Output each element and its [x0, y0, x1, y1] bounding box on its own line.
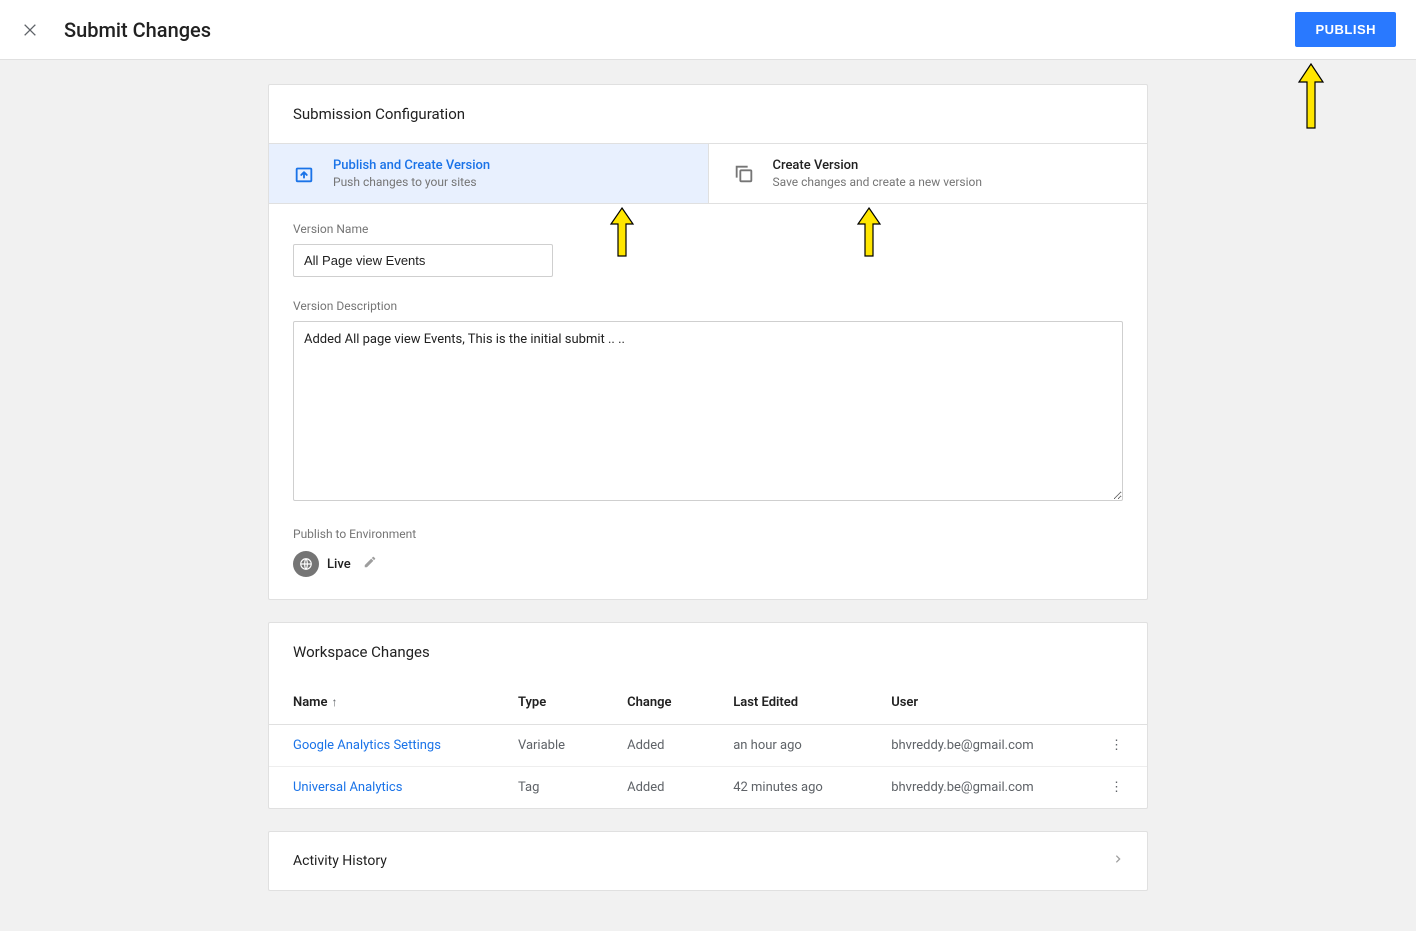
- close-icon: [22, 22, 38, 38]
- col-user[interactable]: User: [867, 681, 1086, 725]
- workspace-changes-title: Workspace Changes: [269, 623, 1147, 681]
- row-name-link[interactable]: Google Analytics Settings: [293, 738, 441, 753]
- close-button[interactable]: [20, 20, 40, 40]
- submission-config-card: Submission Configuration Publish and Cre…: [268, 84, 1148, 600]
- row-change: Added: [603, 725, 709, 767]
- publish-button[interactable]: PUBLISH: [1295, 12, 1396, 47]
- col-last-edited[interactable]: Last Edited: [709, 681, 867, 725]
- option-subtitle: Push changes to your sites: [333, 175, 490, 189]
- upload-icon: [293, 163, 315, 185]
- option-title: Publish and Create Version: [333, 158, 490, 173]
- env-chip: Live: [293, 551, 351, 577]
- version-desc-label: Version Description: [293, 299, 1123, 313]
- env-section: Publish to Environment Live: [269, 527, 1147, 599]
- row-last-edited: 42 minutes ago: [709, 767, 867, 809]
- chevron-right-icon: [1113, 852, 1123, 870]
- page-header: Submit Changes PUBLISH: [0, 0, 1416, 60]
- header-left: Submit Changes: [20, 18, 211, 42]
- version-desc-section: Version Description: [269, 299, 1147, 527]
- option-publish-and-create[interactable]: Publish and Create Version Push changes …: [269, 144, 709, 203]
- globe-icon: [293, 551, 319, 577]
- row-user: bhvreddy.be@gmail.com: [867, 767, 1086, 809]
- workspace-table: Name↑ Type Change Last Edited User Googl…: [269, 681, 1147, 808]
- main-content: Submission Configuration Publish and Cre…: [268, 84, 1148, 891]
- row-user: bhvreddy.be@gmail.com: [867, 725, 1086, 767]
- col-type[interactable]: Type: [494, 681, 603, 725]
- option-title: Create Version: [773, 158, 982, 173]
- version-name-label: Version Name: [293, 222, 1123, 236]
- option-subtitle: Save changes and create a new version: [773, 175, 982, 189]
- activity-history-title: Activity History: [293, 853, 387, 869]
- option-text: Publish and Create Version Push changes …: [333, 158, 490, 189]
- workspace-changes-card: Workspace Changes Name↑ Type Change Last…: [268, 622, 1148, 809]
- row-menu-button[interactable]: ⋮: [1086, 725, 1147, 767]
- version-desc-input[interactable]: [293, 321, 1123, 501]
- copy-icon: [733, 163, 755, 185]
- env-label: Publish to Environment: [293, 527, 1123, 541]
- more-vert-icon: ⋮: [1110, 738, 1123, 753]
- sort-asc-icon: ↑: [331, 695, 337, 709]
- table-row: Google Analytics Settings Variable Added…: [269, 725, 1147, 767]
- more-vert-icon: ⋮: [1110, 780, 1123, 795]
- env-row: Live: [293, 551, 1123, 577]
- version-name-section: Version Name: [269, 204, 1147, 299]
- edit-env-button[interactable]: [363, 555, 377, 573]
- row-last-edited: an hour ago: [709, 725, 867, 767]
- version-name-input[interactable]: [293, 244, 553, 277]
- row-type: Tag: [494, 767, 603, 809]
- col-name[interactable]: Name↑: [269, 681, 494, 725]
- page-title: Submit Changes: [64, 18, 211, 42]
- row-menu-button[interactable]: ⋮: [1086, 767, 1147, 809]
- pencil-icon: [363, 555, 377, 569]
- row-name-link[interactable]: Universal Analytics: [293, 780, 402, 795]
- activity-history-card[interactable]: Activity History: [268, 831, 1148, 891]
- annotation-arrow-icon: [1297, 62, 1325, 134]
- submission-config-title: Submission Configuration: [269, 85, 1147, 143]
- env-name: Live: [327, 557, 351, 572]
- row-type: Variable: [494, 725, 603, 767]
- option-text: Create Version Save changes and create a…: [773, 158, 982, 189]
- table-row: Universal Analytics Tag Added 42 minutes…: [269, 767, 1147, 809]
- submission-options: Publish and Create Version Push changes …: [269, 143, 1147, 204]
- row-change: Added: [603, 767, 709, 809]
- col-change[interactable]: Change: [603, 681, 709, 725]
- option-create-version[interactable]: Create Version Save changes and create a…: [709, 144, 1148, 203]
